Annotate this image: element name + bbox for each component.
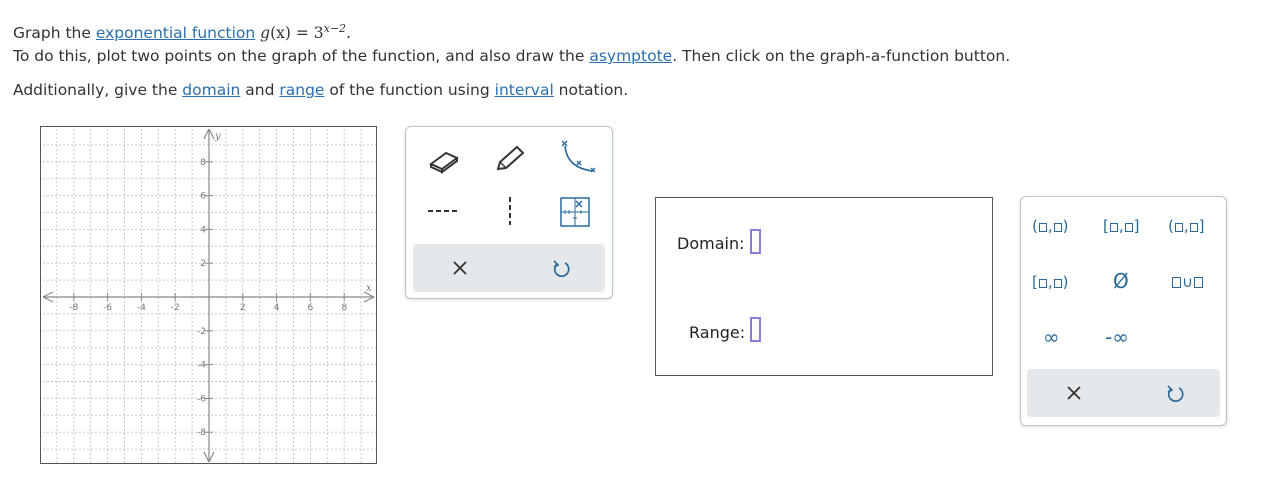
open-closed-interval-button[interactable]: (,]	[1168, 217, 1205, 235]
graph-settings-tool[interactable]	[558, 195, 592, 229]
interval-link[interactable]: interval	[495, 81, 554, 99]
interval-palette: (,) [,] (,] [,) Ø ∪ ∞ -∞	[1020, 196, 1227, 426]
x-tick-label: 4	[274, 303, 280, 313]
x-tick-label: -8	[69, 303, 78, 313]
close-icon	[453, 261, 467, 275]
close-icon	[1067, 386, 1081, 400]
palette-clear-button[interactable]	[1057, 379, 1091, 407]
asymptote-horizontal-tool[interactable]	[424, 201, 464, 221]
asymptote-link[interactable]: asymptote	[589, 47, 672, 65]
answer-panel: Domain: Range:	[655, 197, 993, 376]
graph-canvas[interactable]: -8 -6 -4 -2 2 4 6 8 8 6 4 2 -2 -4 -6 -8 x y	[40, 126, 377, 464]
graph-a-function-tool[interactable]	[551, 135, 601, 179]
closed-open-interval-button[interactable]: [,)	[1032, 273, 1069, 291]
y-tick-label: -6	[197, 394, 206, 404]
eraser-icon	[429, 151, 459, 174]
exponential-function-link[interactable]: exponential function	[96, 24, 255, 42]
y-tick-label: 8	[200, 158, 206, 168]
graph-toolbox	[405, 126, 613, 299]
grid-settings-icon	[560, 197, 590, 227]
vertical-dashed-line-icon	[509, 197, 511, 225]
x-tick-label: 2	[240, 303, 246, 313]
negative-infinity-button[interactable]: -∞	[1105, 325, 1129, 349]
question-line-2: To do this, plot two points on the graph…	[13, 47, 1011, 65]
open-open-interval-button[interactable]: (,)	[1032, 217, 1069, 235]
y-tick-label: 4	[200, 225, 206, 235]
exponential-curve-icon	[561, 140, 596, 173]
pencil-tool[interactable]	[490, 139, 530, 177]
horizontal-dashed-line-icon	[428, 210, 460, 212]
x-tick-label: -2	[171, 303, 180, 313]
closed-closed-interval-button[interactable]: [,]	[1103, 217, 1140, 235]
union-button[interactable]: ∪	[1171, 273, 1204, 291]
range-label: Range:	[689, 323, 746, 342]
domain-input[interactable]	[750, 229, 761, 254]
y-axis-label: y	[214, 131, 221, 142]
question-line-3: Additionally, give the domain and range …	[13, 81, 629, 99]
x-axis-label: x	[366, 283, 372, 294]
y-tick-label: 2	[200, 259, 206, 269]
y-tick-label: -4	[197, 361, 206, 371]
question-line-1: Graph the exponential function g(x) = 3x…	[13, 22, 351, 43]
range-input[interactable]	[750, 317, 761, 342]
infinity-button[interactable]: ∞	[1043, 325, 1060, 349]
y-tick-label: -2	[197, 327, 206, 337]
range-link[interactable]: range	[279, 81, 324, 99]
undo-icon	[553, 260, 570, 278]
undo-button[interactable]	[544, 254, 578, 282]
clear-button[interactable]	[443, 254, 477, 282]
function-expression: g(x) = 3x−2.	[260, 22, 351, 43]
x-tick-label: -6	[103, 303, 112, 313]
interval-palette-actions	[1027, 369, 1220, 417]
asymptote-vertical-tool[interactable]	[498, 195, 522, 227]
x-tick-label: -4	[137, 303, 146, 313]
undo-icon	[1167, 385, 1184, 403]
domain-link[interactable]: domain	[182, 81, 240, 99]
empty-set-button[interactable]: Ø	[1113, 269, 1129, 293]
domain-label: Domain:	[677, 234, 745, 253]
eraser-tool[interactable]	[424, 141, 464, 177]
graph-toolbar-actions	[413, 244, 605, 292]
palette-undo-button[interactable]	[1158, 379, 1192, 407]
x-tick-label: 6	[308, 303, 314, 313]
x-tick-label: 8	[341, 303, 347, 313]
coordinate-plane[interactable]: -8 -6 -4 -2 2 4 6 8 8 6 4 2 -2 -4 -6 -8 x y	[41, 127, 378, 465]
y-tick-label: -8	[197, 428, 206, 438]
y-tick-label: 6	[200, 192, 206, 202]
pencil-icon	[496, 145, 525, 171]
